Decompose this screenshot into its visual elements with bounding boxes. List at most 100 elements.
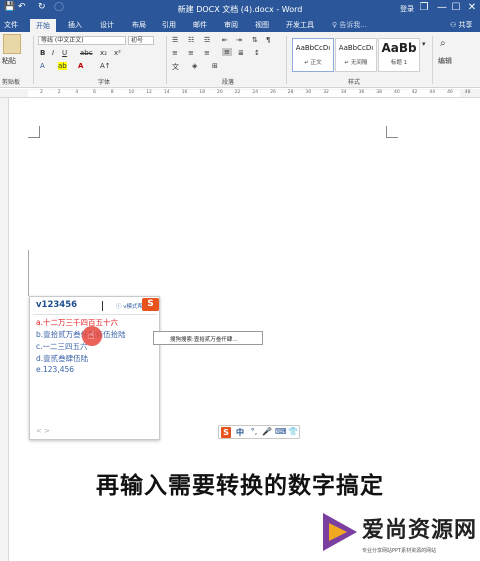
ruler-tick-label: 4	[75, 90, 79, 95]
margin-corner-top-left	[28, 126, 40, 138]
subscript-button[interactable]: x₂	[100, 49, 107, 57]
align-right-icon[interactable]: ≡	[204, 49, 210, 57]
tell-me-search[interactable]: ♀ 告诉我...	[332, 20, 367, 30]
font-grow-icon[interactable]: A↑	[100, 62, 111, 70]
microphone-icon[interactable]: 🎤	[262, 427, 272, 436]
paragraph-group-label: 段落	[222, 79, 235, 86]
styles-scroll-icon[interactable]: ▾	[422, 40, 426, 48]
distributed-icon[interactable]: ≣	[238, 49, 244, 57]
ruler-tick-label: 2	[57, 90, 61, 95]
tab-references[interactable]: 引用	[162, 20, 176, 30]
tab-layout[interactable]: 布局	[132, 20, 146, 30]
ribbon-display-icon[interactable]: ❐	[414, 2, 434, 13]
borders-icon[interactable]: ⊞	[212, 62, 218, 70]
ruler-tick-label: 34	[340, 90, 347, 95]
ruler-tick-label: 28	[287, 90, 294, 95]
ruler-tick-label: 10	[128, 90, 135, 95]
line-spacing-icon[interactable]: ↕	[254, 49, 260, 57]
ime-candidate[interactable]: b.壹拾贰万叁仟肆佰伍拾陆	[36, 329, 126, 340]
ruler-tick-label: 44	[429, 90, 436, 95]
ruler-tick-label: 18	[199, 90, 206, 95]
ruler-tick-label: 36	[358, 90, 365, 95]
keyboard-icon[interactable]: ⌨	[275, 427, 287, 436]
tab-home[interactable]: 开始	[30, 19, 56, 32]
show-marks-icon[interactable]: ¶	[266, 36, 270, 44]
align-left-icon[interactable]: ≡	[172, 49, 178, 57]
ime-candidate[interactable]: e.123,456	[36, 365, 74, 374]
ruler-tick-label: 38	[376, 90, 383, 95]
bold-button[interactable]: B	[40, 49, 45, 57]
sogou-icon[interactable]: S	[221, 427, 231, 438]
chinese-layout-icon[interactable]: 文	[172, 62, 179, 72]
paste-button[interactable]: 粘贴	[2, 56, 16, 66]
bullets-icon[interactable]: ☰	[172, 36, 178, 44]
superscript-button[interactable]: x²	[114, 49, 121, 57]
font-group-label: 字体	[98, 79, 111, 86]
font-size-select[interactable]: 初号	[128, 36, 154, 45]
justify-icon[interactable]: ≡	[222, 48, 232, 56]
decrease-indent-icon[interactable]: ⇤	[222, 36, 228, 44]
ime-page-nav[interactable]: < >	[36, 427, 50, 435]
ruler-tick-label: 48	[464, 90, 471, 95]
sogou-logo-icon: S	[142, 298, 159, 311]
ime-divider	[33, 314, 157, 315]
tab-design[interactable]: 设计	[100, 20, 114, 30]
numbering-icon[interactable]: ☷	[188, 36, 194, 44]
text-effects-icon[interactable]: A	[40, 62, 45, 70]
ime-candidate[interactable]: c.一二三四五六	[36, 341, 88, 352]
find-icon[interactable]: ⌕	[440, 38, 446, 49]
style-no-spacing[interactable]: AaBbCcDı ↵ 无间隔	[335, 38, 377, 72]
ime-candidate[interactable]: d.壹贰叁肆伍陆	[36, 353, 88, 364]
ime-candidate-window[interactable]: v123456 ⓘ v模式帮助 S a.十二万三千四百五十六 b.壹拾贰万叁仟肆…	[29, 296, 160, 440]
multilevel-list-icon[interactable]: ☲	[204, 36, 210, 44]
tab-review[interactable]: 审阅	[224, 20, 238, 30]
ime-status-toolbar[interactable]: S 中 °, 🎤 ⌨ 👕	[218, 425, 300, 439]
style-heading-1[interactable]: AaBb 标题 1	[378, 38, 420, 72]
font-color-icon[interactable]: A	[78, 62, 83, 70]
hand-cursor-icon: ☝	[88, 329, 95, 342]
ruler-tick-label: 14	[163, 90, 170, 95]
punctuation-icon[interactable]: °,	[249, 427, 259, 436]
underline-button[interactable]: U	[62, 49, 67, 57]
paste-icon[interactable]	[3, 34, 21, 54]
ime-candidate[interactable]: a.十二万三千四百五十六	[36, 317, 118, 328]
style-sample: AaBbCcDı	[295, 44, 331, 52]
tab-developer[interactable]: 开发工具	[286, 20, 314, 30]
ruler-tick-label: 22	[234, 90, 241, 95]
ruler-tick-label: 6	[93, 90, 96, 95]
strikethrough-button[interactable]: abc	[80, 49, 93, 57]
style-normal[interactable]: AaBbCcDı ↵ 正文	[292, 38, 334, 72]
ruler-tick-label: 16	[181, 90, 188, 95]
highlight-icon[interactable]: ab	[58, 62, 67, 70]
video-subtitle: 再输入需要转换的数字搞定	[96, 473, 384, 499]
style-sample: AaBbCcDı	[338, 44, 374, 52]
share-button[interactable]: ⚇ 共享	[450, 20, 473, 30]
sogou-search-tooltip[interactable]: 搜狗搜索:壹拾贰万叁仟肆…	[153, 331, 263, 345]
watermark-title: 爱尚资源网	[362, 518, 478, 543]
tab-mailings[interactable]: 邮件	[193, 20, 207, 30]
ruler-tick-label: 20	[217, 90, 223, 95]
group-divider	[286, 36, 287, 84]
styles-group-label: 样式	[348, 79, 361, 86]
sort-icon[interactable]: ⇅	[252, 36, 258, 44]
tab-file[interactable]: 文件	[4, 20, 18, 30]
horizontal-ruler[interactable]: 2 2 4 6 8 10 12 14 16 18 20 22 24 26 28 30 32 34 36 38 40 42 4…	[0, 89, 480, 98]
tab-view[interactable]: 视图	[255, 20, 269, 30]
group-divider	[432, 36, 433, 84]
increase-indent-icon[interactable]: ⇥	[236, 36, 242, 44]
font-name-select[interactable]: 等线 (中文正文)	[38, 36, 126, 45]
shading-icon[interactable]: ◈	[192, 62, 197, 70]
close-icon[interactable]: ✕	[462, 2, 480, 13]
ruler-tick-label: 32	[323, 90, 329, 95]
ruler-tick-label: 12	[146, 90, 152, 95]
ribbon-tabs: 文件 开始 插入 设计 布局 引用 邮件 审阅 视图 开发工具 ♀ 告诉我...…	[0, 18, 480, 32]
editing-button[interactable]: 编辑	[438, 56, 452, 66]
skin-icon[interactable]: 👕	[288, 427, 298, 436]
align-center-icon[interactable]: ≡	[188, 49, 194, 57]
tab-insert[interactable]: 插入	[68, 20, 82, 30]
italic-button[interactable]: I	[52, 49, 54, 57]
login-link[interactable]: 登录	[400, 4, 414, 14]
chinese-mode-icon[interactable]: 中	[235, 427, 245, 438]
ruler-tick-label: 24	[252, 90, 259, 95]
ruler-tick-label: 46	[447, 90, 453, 95]
